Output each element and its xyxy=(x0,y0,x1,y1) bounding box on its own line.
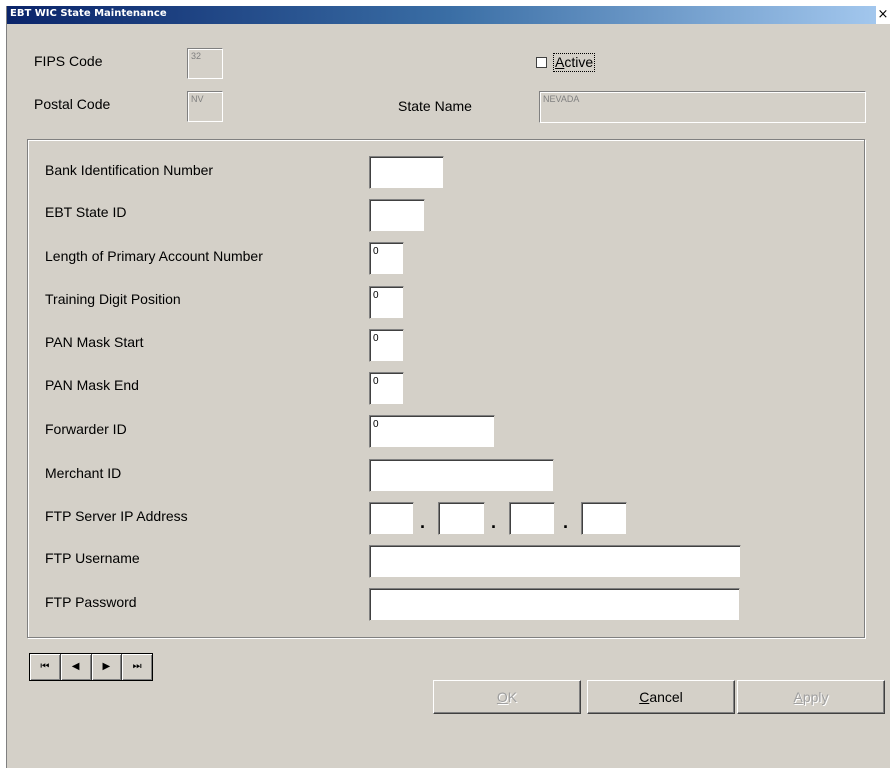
record-navigator: ⏮ ◀ ▶ ⏭ xyxy=(29,653,153,681)
ok-button[interactable]: OK xyxy=(433,680,581,714)
pan-mask-end-label: PAN Mask End xyxy=(45,377,139,393)
postal-code-label: Postal Code xyxy=(34,96,111,112)
close-icon[interactable]: × xyxy=(876,6,890,24)
merchant-id-input[interactable] xyxy=(369,459,554,492)
ftp-ip-label: FTP Server IP Address xyxy=(45,508,188,524)
cancel-mnemonic: C xyxy=(639,689,650,705)
ip-separator: . xyxy=(420,512,426,532)
ftp-password-input[interactable] xyxy=(369,588,740,621)
title-bar[interactable]: EBT WIC State Maintenance xyxy=(7,6,890,24)
pan-mask-start-input[interactable]: 0 xyxy=(369,329,404,362)
ebt-state-id-label: EBT State ID xyxy=(45,204,127,220)
ftp-password-label: FTP Password xyxy=(45,594,137,610)
cancel-label-rest: ancel xyxy=(649,689,683,705)
active-mnemonic: A xyxy=(555,54,565,70)
ftp-ip-octet-2[interactable] xyxy=(438,502,485,535)
pan-length-label: Length of Primary Account Number xyxy=(45,248,263,264)
postal-code-field: NV xyxy=(187,91,223,122)
last-record-icon[interactable]: ⏭ xyxy=(122,654,152,680)
ebt-state-id-input[interactable] xyxy=(369,199,425,232)
apply-mnemonic: A xyxy=(793,689,803,705)
pan-mask-end-input[interactable]: 0 xyxy=(369,372,404,405)
fips-code-label: FIPS Code xyxy=(34,53,103,69)
ftp-ip-octet-1[interactable] xyxy=(369,502,414,535)
previous-record-icon[interactable]: ◀ xyxy=(61,654,92,680)
apply-label-rest: pply xyxy=(802,689,829,705)
forwarder-id-input[interactable]: 0 xyxy=(369,415,495,448)
state-name-field: NEVADA xyxy=(539,91,866,123)
training-digit-label: Training Digit Position xyxy=(45,291,181,307)
ftp-username-input[interactable] xyxy=(369,545,741,578)
pan-mask-start-label: PAN Mask Start xyxy=(45,334,144,350)
ftp-username-label: FTP Username xyxy=(45,550,140,566)
pan-length-input[interactable]: 0 xyxy=(369,242,404,275)
bin-label: Bank Identification Number xyxy=(45,162,214,178)
next-record-icon[interactable]: ▶ xyxy=(92,654,123,680)
ok-mnemonic: O xyxy=(496,689,508,705)
ip-separator: . xyxy=(491,512,497,532)
apply-button[interactable]: Apply xyxy=(737,680,885,714)
forwarder-id-label: Forwarder ID xyxy=(45,421,127,437)
ftp-ip-octet-4[interactable] xyxy=(581,502,627,535)
ip-separator: . xyxy=(563,512,569,532)
ok-label-rest: K xyxy=(507,689,518,705)
ftp-ip-octet-3[interactable] xyxy=(509,502,555,535)
state-name-label: State Name xyxy=(398,98,472,114)
window-title: EBT WIC State Maintenance xyxy=(10,8,167,19)
bin-input[interactable] xyxy=(369,156,444,189)
active-label[interactable]: Active xyxy=(553,53,596,72)
training-digit-input[interactable]: 0 xyxy=(369,286,404,319)
active-label-rest: ctive xyxy=(564,54,594,70)
cancel-button[interactable]: Cancel xyxy=(587,680,735,714)
fips-code-field: 32 xyxy=(187,48,223,79)
active-checkbox[interactable] xyxy=(536,57,547,68)
first-record-icon[interactable]: ⏮ xyxy=(30,654,61,680)
merchant-id-label: Merchant ID xyxy=(45,465,122,481)
